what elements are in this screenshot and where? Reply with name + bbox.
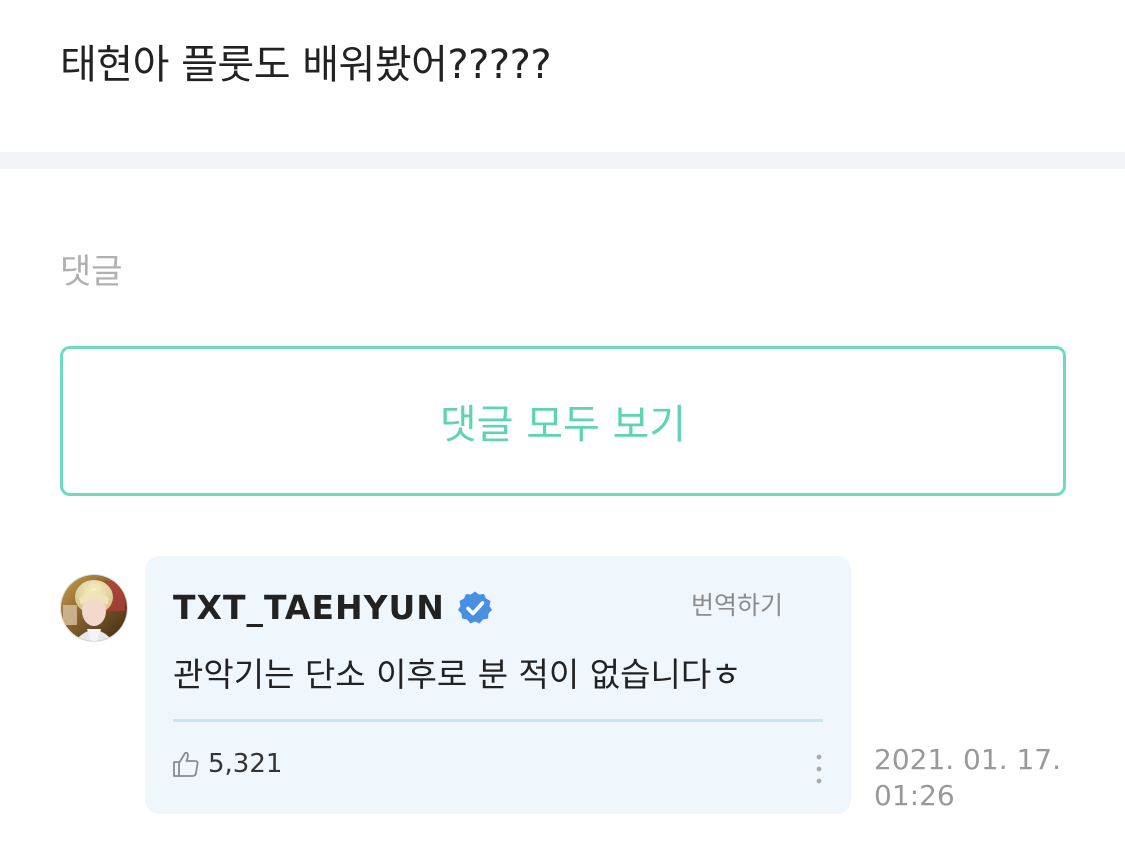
comments-label: 댓글 — [60, 252, 123, 292]
comment-date: 2021. 01. 17. — [874, 743, 1062, 776]
author-row: TXT_TAEHYUN — [173, 588, 493, 627]
comment-text: 관악기는 단소 이후로 분 적이 없습니다ㅎ — [173, 655, 742, 694]
comment-divider — [173, 719, 823, 722]
thumbs-up-icon — [173, 751, 199, 777]
author-name[interactable]: TXT_TAEHYUN — [173, 588, 445, 627]
post-title: 태현아 플룻도 배워봤어????? — [60, 42, 552, 88]
like-button[interactable]: 5,321 — [171, 749, 282, 779]
comment-card: TXT_TAEHYUN 번역하기 관악기는 단소 이후로 분 적이 없습니다ㅎ … — [145, 556, 851, 814]
comment-time: 01:26 — [874, 779, 955, 812]
more-vertical-icon[interactable] — [813, 752, 825, 786]
translate-link[interactable]: 번역하기 — [691, 586, 783, 622]
section-divider — [0, 152, 1125, 169]
avatar-image — [61, 575, 127, 641]
view-all-comments-button[interactable]: 댓글 모두 보기 — [60, 346, 1066, 496]
like-count: 5,321 — [208, 749, 283, 779]
verified-badge-icon — [457, 591, 492, 623]
avatar[interactable] — [60, 574, 128, 642]
comment-timestamp: 2021. 01. 17. 01:26 — [874, 742, 1114, 814]
